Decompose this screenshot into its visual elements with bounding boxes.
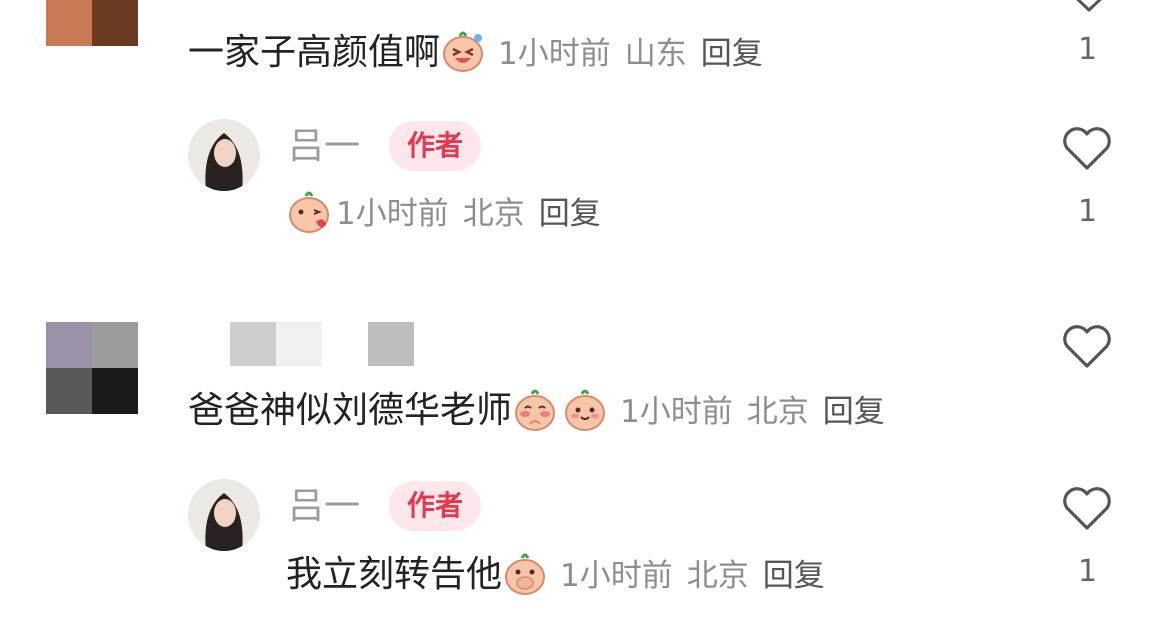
comment-time: 1小时前 — [620, 394, 733, 430]
like-count: 1 — [1078, 554, 1098, 589]
reply-time: 1小时前 — [336, 196, 449, 232]
reply-button[interactable]: 回复 — [823, 394, 885, 430]
kiss-face-icon — [289, 191, 329, 233]
reply-button[interactable]: 回复 — [763, 558, 825, 594]
avatar[interactable] — [46, 0, 138, 46]
heart-icon[interactable] — [1064, 0, 1114, 14]
heart-icon[interactable] — [1061, 324, 1113, 370]
avatar[interactable] — [46, 322, 138, 414]
avatar[interactable] — [188, 479, 260, 551]
avatar-tile — [46, 368, 92, 414]
author-name[interactable]: 吕一 — [288, 127, 360, 167]
author-badge: 作者 — [389, 481, 482, 531]
reply-text: 我立刻转告他 1小时前 北京 回复 — [286, 550, 839, 597]
blushing-face-icon — [515, 389, 556, 431]
reply-location: 北京 — [462, 196, 525, 232]
heart-icon[interactable] — [1061, 486, 1113, 532]
like-count: 1 — [1078, 194, 1098, 229]
laughing-face-icon — [443, 31, 484, 72]
comment-location: 北京 — [746, 394, 809, 430]
reply-location: 北京 — [686, 558, 749, 594]
comment-location: 山东 — [624, 36, 687, 72]
reply-time: 1小时前 — [560, 558, 673, 594]
author-badge: 作者 — [389, 121, 482, 171]
blurred-username[interactable] — [276, 322, 322, 366]
avatar-tile — [46, 0, 92, 46]
reply-meta: 1小时前 北京 回复 — [286, 188, 615, 234]
reply-button[interactable]: 回复 — [701, 36, 763, 72]
avatar-tile — [46, 322, 92, 368]
blurred-username[interactable] — [368, 322, 414, 366]
avatar-tile — [92, 368, 138, 414]
smiling-face-icon — [565, 389, 606, 431]
covering-mouth-face-icon — [505, 553, 546, 595]
like-count: 1 — [1078, 32, 1098, 67]
reply-button[interactable]: 回复 — [539, 196, 601, 232]
avatar[interactable] — [188, 119, 260, 191]
heart-icon[interactable] — [1061, 126, 1113, 172]
blurred-username[interactable] — [230, 322, 276, 366]
comment-time: 1小时前 — [498, 36, 611, 72]
avatar-tile — [92, 0, 138, 46]
avatar-tile — [92, 322, 138, 368]
author-name[interactable]: 吕一 — [288, 487, 360, 527]
comment-text: 一家子高颜值啊 1小时前 山东 回复 — [188, 28, 777, 75]
comment-text: 爸爸神似刘德华老师 1小时前 北京 回复 — [188, 386, 899, 433]
